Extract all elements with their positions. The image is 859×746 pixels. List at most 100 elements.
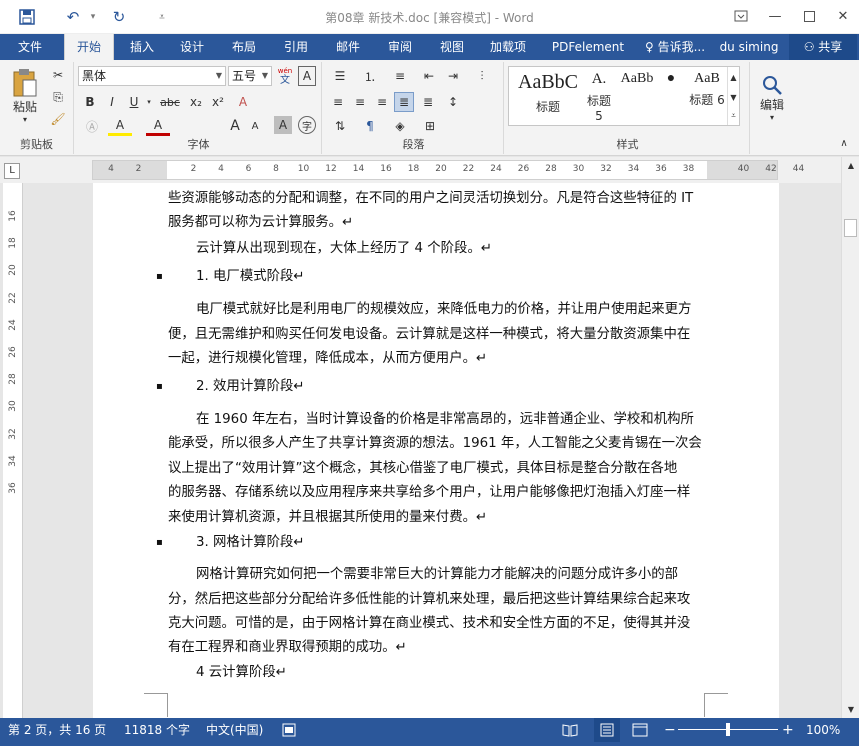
zoom-level[interactable]: 100% bbox=[806, 718, 840, 742]
paragraph-line[interactable]: 来使用计算机资源，并且根据其所使用的量来付费。↵ bbox=[168, 506, 487, 530]
grow-font-button[interactable]: A bbox=[226, 116, 244, 136]
document-page[interactable]: 些资源能够动态的分配和调整，在不同的用户之间灵活切换划分。凡是符合这些特征的 I… bbox=[93, 183, 779, 718]
tab-file[interactable]: 文件 bbox=[0, 34, 60, 60]
increase-indent-icon[interactable]: ⇥ bbox=[442, 66, 464, 86]
bullets-icon[interactable]: ☰ bbox=[328, 66, 352, 86]
tab-home[interactable]: 开始 bbox=[64, 34, 114, 60]
font-size-dropdown-icon[interactable]: ▼ bbox=[262, 67, 268, 85]
tab-references[interactable]: 引用 bbox=[274, 34, 318, 60]
highlight-button[interactable]: A bbox=[108, 116, 132, 136]
tab-review[interactable]: 审阅 bbox=[378, 34, 422, 60]
styles-more-icon[interactable]: ⩡ bbox=[727, 107, 739, 125]
text-effects-button[interactable]: Ⓐ bbox=[80, 116, 104, 136]
list-heading[interactable]: ▪ 3. 网格计算阶段↵ bbox=[156, 531, 305, 555]
align-left-icon[interactable]: ≡ bbox=[328, 92, 348, 112]
sort-icon[interactable]: ⇅ bbox=[328, 116, 352, 136]
align-center-icon[interactable]: ≡ bbox=[350, 92, 370, 112]
macro-record-icon[interactable] bbox=[282, 718, 296, 742]
enclose-char-button[interactable]: 字 bbox=[298, 116, 316, 134]
paragraph-line[interactable]: 的服务器、存储系统以及应用程序来共享给多个用户，让用户能够像把灯泡插入灯座一样 bbox=[168, 481, 690, 505]
paragraph-line[interactable]: 议上提出了“效用计算”这个概念，其核心借鉴了电厂模式，具体目标是整合分散在各地 bbox=[168, 457, 677, 481]
web-layout-icon[interactable] bbox=[632, 718, 648, 742]
style-bullet[interactable]: ● bbox=[659, 71, 683, 87]
page-count[interactable]: 第 2 页，共 16 页 bbox=[8, 718, 106, 742]
underline-button[interactable]: U bbox=[124, 92, 144, 112]
underline-dropdown-icon[interactable]: ▾ bbox=[144, 92, 154, 112]
collapse-ribbon-icon[interactable]: ∧ bbox=[836, 136, 852, 150]
paragraph-line[interactable]: 分，然后把这些部分分配给许多低性能的计算机来处理，最后把这些计算结果综合起来攻 bbox=[168, 588, 690, 612]
word-count[interactable]: 11818 个字 bbox=[124, 718, 190, 742]
format-painter-icon[interactable]: 🖌 bbox=[48, 110, 68, 128]
vertical-ruler[interactable]: 16 18 20 22 24 26 28 30 32 34 36 bbox=[3, 183, 23, 718]
show-marks-icon[interactable]: ¶ bbox=[358, 116, 382, 136]
decrease-indent-icon[interactable]: ⇤ bbox=[418, 66, 440, 86]
paragraph-line[interactable]: 服务都可以称为云计算服务。↵ bbox=[168, 211, 353, 235]
tab-design[interactable]: 设计 bbox=[170, 34, 214, 60]
align-right-icon[interactable]: ≡ bbox=[372, 92, 392, 112]
style-heading[interactable]: AaBbC 标题 bbox=[513, 71, 583, 115]
paragraph-line[interactable]: 能承受，所以很多人产生了共享计算资源的想法。1961 年，人工智能之父麦肯锡在一… bbox=[168, 432, 702, 456]
paste-dropdown-icon[interactable]: ▾ bbox=[23, 115, 27, 124]
paragraph-line[interactable]: 一起，进行规模化管理，降低成本，从而方便用户。↵ bbox=[168, 347, 487, 371]
paragraph-line[interactable]: 电厂模式就好比是利用电厂的规模效应，来降低电力的价格，并让用户使用起来更方 bbox=[196, 298, 691, 322]
editing-button[interactable]: 编辑 ▾ bbox=[756, 66, 788, 130]
shrink-font-button[interactable]: A bbox=[246, 116, 264, 136]
paragraph-line[interactable]: 克大问题。可惜的是，由于网格计算在商业模式、技术和安全性方面的不足，使得其并没 bbox=[168, 612, 690, 636]
language[interactable]: 中文(中国) bbox=[206, 718, 263, 742]
scrollbar-thumb[interactable] bbox=[844, 219, 857, 237]
document-area[interactable]: 些资源能够动态的分配和调整，在不同的用户之间灵活切换划分。凡是符合这些特征的 I… bbox=[23, 183, 841, 718]
line-spacing-icon[interactable]: ↕ bbox=[442, 92, 464, 112]
clear-format-button[interactable]: A bbox=[232, 92, 254, 112]
styles-scroll-down-icon[interactable]: ▼ bbox=[727, 87, 739, 107]
shading-icon[interactable]: ◈ bbox=[388, 116, 412, 136]
tab-addins[interactable]: 加载项 bbox=[482, 34, 534, 60]
phonetic-guide-button[interactable]: wén 文 bbox=[274, 66, 296, 86]
tab-view[interactable]: 视图 bbox=[430, 34, 474, 60]
paragraph-line[interactable]: 网格计算研究如何把一个需要非常巨大的计算能力才能解决的问题分成许多小的部 bbox=[196, 563, 678, 587]
list-heading[interactable]: ▪ 2. 效用计算阶段↵ bbox=[156, 375, 305, 399]
zoom-in-button[interactable]: + bbox=[782, 718, 794, 742]
user-name[interactable]: du siming bbox=[716, 34, 782, 60]
copy-icon[interactable]: ⎘ bbox=[48, 88, 68, 106]
font-name-select[interactable]: 黑体 ▼ bbox=[78, 66, 226, 86]
list-heading[interactable]: ▪ 1. 电厂模式阶段↵ bbox=[156, 265, 305, 289]
style-heading-6[interactable]: AaB 标题 6 bbox=[685, 71, 729, 108]
style-heading-5b[interactable]: AaBb · bbox=[615, 71, 659, 105]
horizontal-ruler[interactable]: 4 2 2 4 6 8 10 12 14 16 18 20 22 24 26 28 30 32 34 36 38 40 42… bbox=[92, 160, 804, 180]
tab-selector[interactable]: L bbox=[4, 163, 20, 179]
char-border-button[interactable]: A bbox=[298, 66, 316, 86]
borders-icon[interactable]: ⊞ bbox=[418, 116, 442, 136]
paragraph-line[interactable]: 便，且无需维护和购买任何发电设备。云计算就是这样一种模式，将大量分散资源集中在 bbox=[168, 323, 690, 347]
paragraph-line[interactable]: 4 云计算阶段↵ bbox=[196, 661, 287, 685]
strikethrough-button[interactable]: abc bbox=[156, 92, 184, 112]
superscript-button[interactable]: x² bbox=[208, 92, 228, 112]
distributed-icon[interactable]: ≣ bbox=[418, 92, 438, 112]
paragraph-line[interactable]: 在 1960 年左右，当时计算设备的价格是非常高昂的，远非普通企业、学校和机构所 bbox=[196, 408, 694, 432]
paste-button[interactable]: 粘贴 ▾ bbox=[8, 66, 42, 126]
paragraph-line[interactable]: 有在工程界和商业界取得预期的成功。↵ bbox=[168, 636, 407, 660]
style-heading-5a[interactable]: A. 标题 5 bbox=[585, 71, 613, 123]
print-layout-icon[interactable] bbox=[594, 718, 620, 742]
tab-pdfelement[interactable]: PDFelement bbox=[546, 34, 630, 60]
share-button[interactable]: ⚇ 共享 bbox=[789, 34, 857, 60]
subscript-button[interactable]: x₂ bbox=[186, 92, 206, 112]
font-size-select[interactable]: 五号 ▼ bbox=[228, 66, 272, 86]
bold-button[interactable]: B bbox=[80, 92, 100, 112]
font-name-dropdown-icon[interactable]: ▼ bbox=[216, 67, 222, 85]
multilevel-list-icon[interactable]: ≡ bbox=[388, 66, 412, 86]
paragraph-line[interactable]: 云计算从出现到现在，大体上经历了 4 个阶段。↵ bbox=[196, 237, 492, 261]
zoom-slider-thumb[interactable] bbox=[726, 723, 730, 736]
minimize-icon[interactable]: — bbox=[760, 4, 790, 28]
maximize-icon[interactable] bbox=[794, 4, 824, 28]
tab-insert[interactable]: 插入 bbox=[118, 34, 166, 60]
close-icon[interactable]: ✕ bbox=[828, 4, 858, 28]
char-shading-button[interactable]: A bbox=[274, 116, 292, 134]
ribbon-display-icon[interactable] bbox=[726, 4, 756, 28]
zoom-slider[interactable] bbox=[678, 718, 778, 742]
scroll-up-icon[interactable]: ▲ bbox=[844, 159, 858, 171]
justify-icon[interactable]: ≣ bbox=[394, 92, 414, 112]
italic-button[interactable]: I bbox=[102, 92, 122, 112]
zoom-out-button[interactable]: − bbox=[664, 718, 676, 742]
numbering-icon[interactable]: ⒈ bbox=[358, 66, 382, 86]
vertical-scrollbar[interactable]: ▲ ▼ bbox=[841, 157, 859, 718]
